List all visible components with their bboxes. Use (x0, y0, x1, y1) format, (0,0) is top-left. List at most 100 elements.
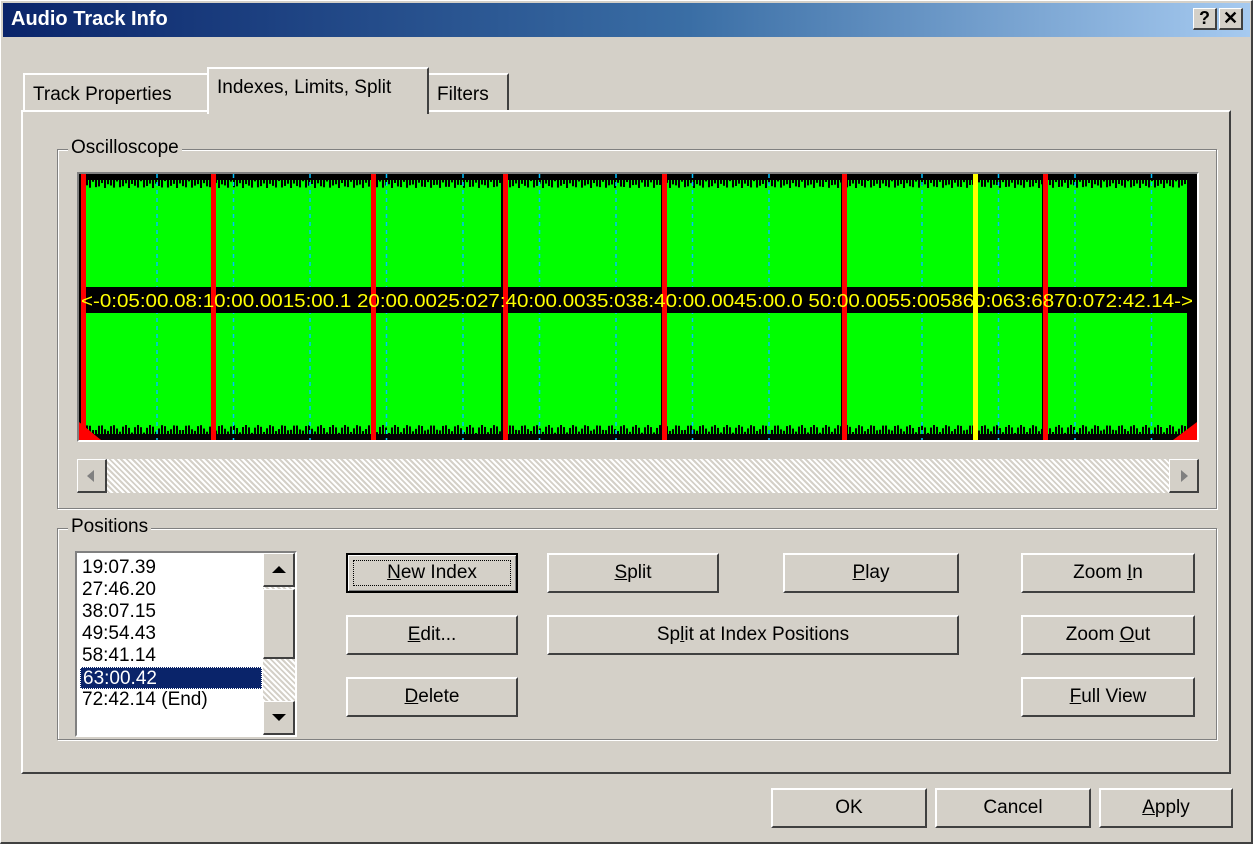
new-index-button[interactable]: New Index (346, 553, 518, 593)
zoom-out-button[interactable]: Zoom Out (1021, 615, 1195, 655)
oscilloscope-view[interactable]: <-0:05:00.08:10:00.0015:00.1 20:00.0025:… (77, 172, 1199, 442)
list-item-selected[interactable]: 63:00.42 (80, 667, 262, 689)
waveform-edge (945, 425, 947, 434)
tab-filters[interactable]: Filters (427, 73, 509, 111)
waveform-edge (119, 180, 121, 188)
waveform-edge (656, 180, 658, 185)
scroll-left-button[interactable] (77, 459, 107, 493)
list-item[interactable]: 19:07.39 (80, 557, 264, 579)
list-item[interactable]: 38:07.15 (80, 601, 264, 623)
waveform-edge (509, 180, 511, 188)
split-button[interactable]: Split (547, 553, 719, 593)
waveform-edge (170, 180, 172, 186)
waveform-edge (560, 180, 562, 186)
waveform-edge (1035, 426, 1037, 434)
waveform-edge (299, 180, 301, 188)
full-view-button[interactable]: Full View (1021, 677, 1195, 717)
oscilloscope-label: Oscilloscope (68, 137, 182, 159)
waveform-edge (840, 426, 842, 434)
waveform-edge (1017, 427, 1019, 434)
list-item[interactable]: 27:46.20 (80, 579, 264, 601)
waveform-edge (236, 180, 238, 187)
scroll-right-button[interactable] (1169, 459, 1199, 493)
waveform-edge (239, 180, 241, 184)
waveform-edge (638, 427, 640, 434)
waveform-edge (804, 427, 806, 434)
waveform-edge (320, 180, 322, 187)
waveform-edge (912, 428, 914, 434)
waveform-edge (717, 427, 719, 434)
waveform-edge (551, 427, 553, 434)
waveform-edge (1115, 430, 1117, 434)
waveform-edge (227, 431, 229, 434)
waveform-edge (1157, 425, 1159, 434)
split-at-index-positions-button[interactable]: Split at Index Positions (547, 615, 959, 655)
positions-list[interactable]: 19:07.39 27:46.20 38:07.15 49:54.43 58:4… (75, 551, 297, 737)
list-vertical-scrollbar[interactable] (263, 553, 295, 735)
scroll-thumb[interactable] (263, 589, 295, 659)
waveform-edge (1172, 426, 1174, 434)
scroll-down-button[interactable] (263, 701, 295, 735)
apply-button[interactable]: Apply (1099, 788, 1233, 828)
delete-button[interactable]: Delete (346, 677, 518, 717)
list-item[interactable]: 72:42.14 (End) (80, 689, 264, 711)
waveform-edge (188, 425, 190, 434)
waveform-edge (993, 426, 995, 434)
waveform-edge (611, 425, 613, 434)
tab-track-properties[interactable]: Track Properties (23, 73, 209, 111)
waveform-edge (915, 180, 917, 182)
cancel-button[interactable]: Cancel (935, 788, 1091, 828)
waveform-edge (460, 428, 462, 434)
waveform-edge (1184, 180, 1186, 185)
waveform-edge (284, 425, 286, 434)
waveform-edge (436, 180, 438, 185)
waveform-edge (527, 429, 529, 434)
waveform-edge (299, 429, 301, 434)
waveform-edge (996, 425, 998, 434)
tab-indexes-limits-split[interactable]: Indexes, Limits, Split (207, 67, 429, 114)
waveform-edge (626, 428, 628, 434)
waveform-edge (466, 180, 468, 183)
waveform-edge (296, 425, 298, 434)
waveform-edge (430, 425, 432, 434)
waveform-edge (454, 426, 456, 434)
help-button[interactable]: ? (1193, 8, 1217, 30)
waveform-edge (918, 426, 920, 434)
left-arrow-icon (87, 470, 94, 482)
waveform-edge (659, 180, 661, 185)
waveform-edge (777, 425, 779, 434)
list-item[interactable]: 58:41.14 (80, 645, 264, 667)
waveform-edge (284, 180, 286, 186)
waveform-edge (341, 427, 343, 434)
waveform-edge (900, 428, 902, 434)
waveform-edge (409, 180, 411, 186)
waveform-edge (744, 431, 746, 434)
play-button[interactable]: Play (783, 553, 959, 593)
horizontal-scrollbar[interactable] (77, 459, 1199, 493)
waveform-edge (828, 180, 830, 188)
waveform-edge (774, 425, 776, 434)
waveform-edge (1038, 180, 1040, 188)
title-bar[interactable]: Audio Track Info ? ✕ (3, 3, 1250, 37)
waveform-edge (107, 430, 109, 434)
zoom-in-button[interactable]: Zoom In (1021, 553, 1195, 593)
list-item[interactable]: 49:54.43 (80, 623, 264, 645)
edit-button[interactable]: Edit... (346, 615, 518, 655)
waveform-edge (347, 426, 349, 434)
waveform-edge (888, 180, 890, 188)
scroll-up-button[interactable] (263, 553, 295, 587)
waveform-edge (792, 180, 794, 184)
help-icon: ? (1199, 8, 1210, 28)
waveform-edge (945, 180, 947, 186)
waveform-edge (569, 427, 571, 434)
waveform-edge (427, 180, 429, 183)
waveform-edge (182, 430, 184, 434)
waveform-edge (536, 425, 538, 434)
waveform-edge (605, 180, 607, 188)
ok-button[interactable]: OK (771, 788, 927, 828)
waveform-edge (563, 180, 565, 184)
waveform-edge (191, 429, 193, 434)
waveform-edge (448, 180, 450, 187)
waveform-edge (897, 180, 899, 186)
close-button[interactable]: ✕ (1219, 8, 1243, 30)
